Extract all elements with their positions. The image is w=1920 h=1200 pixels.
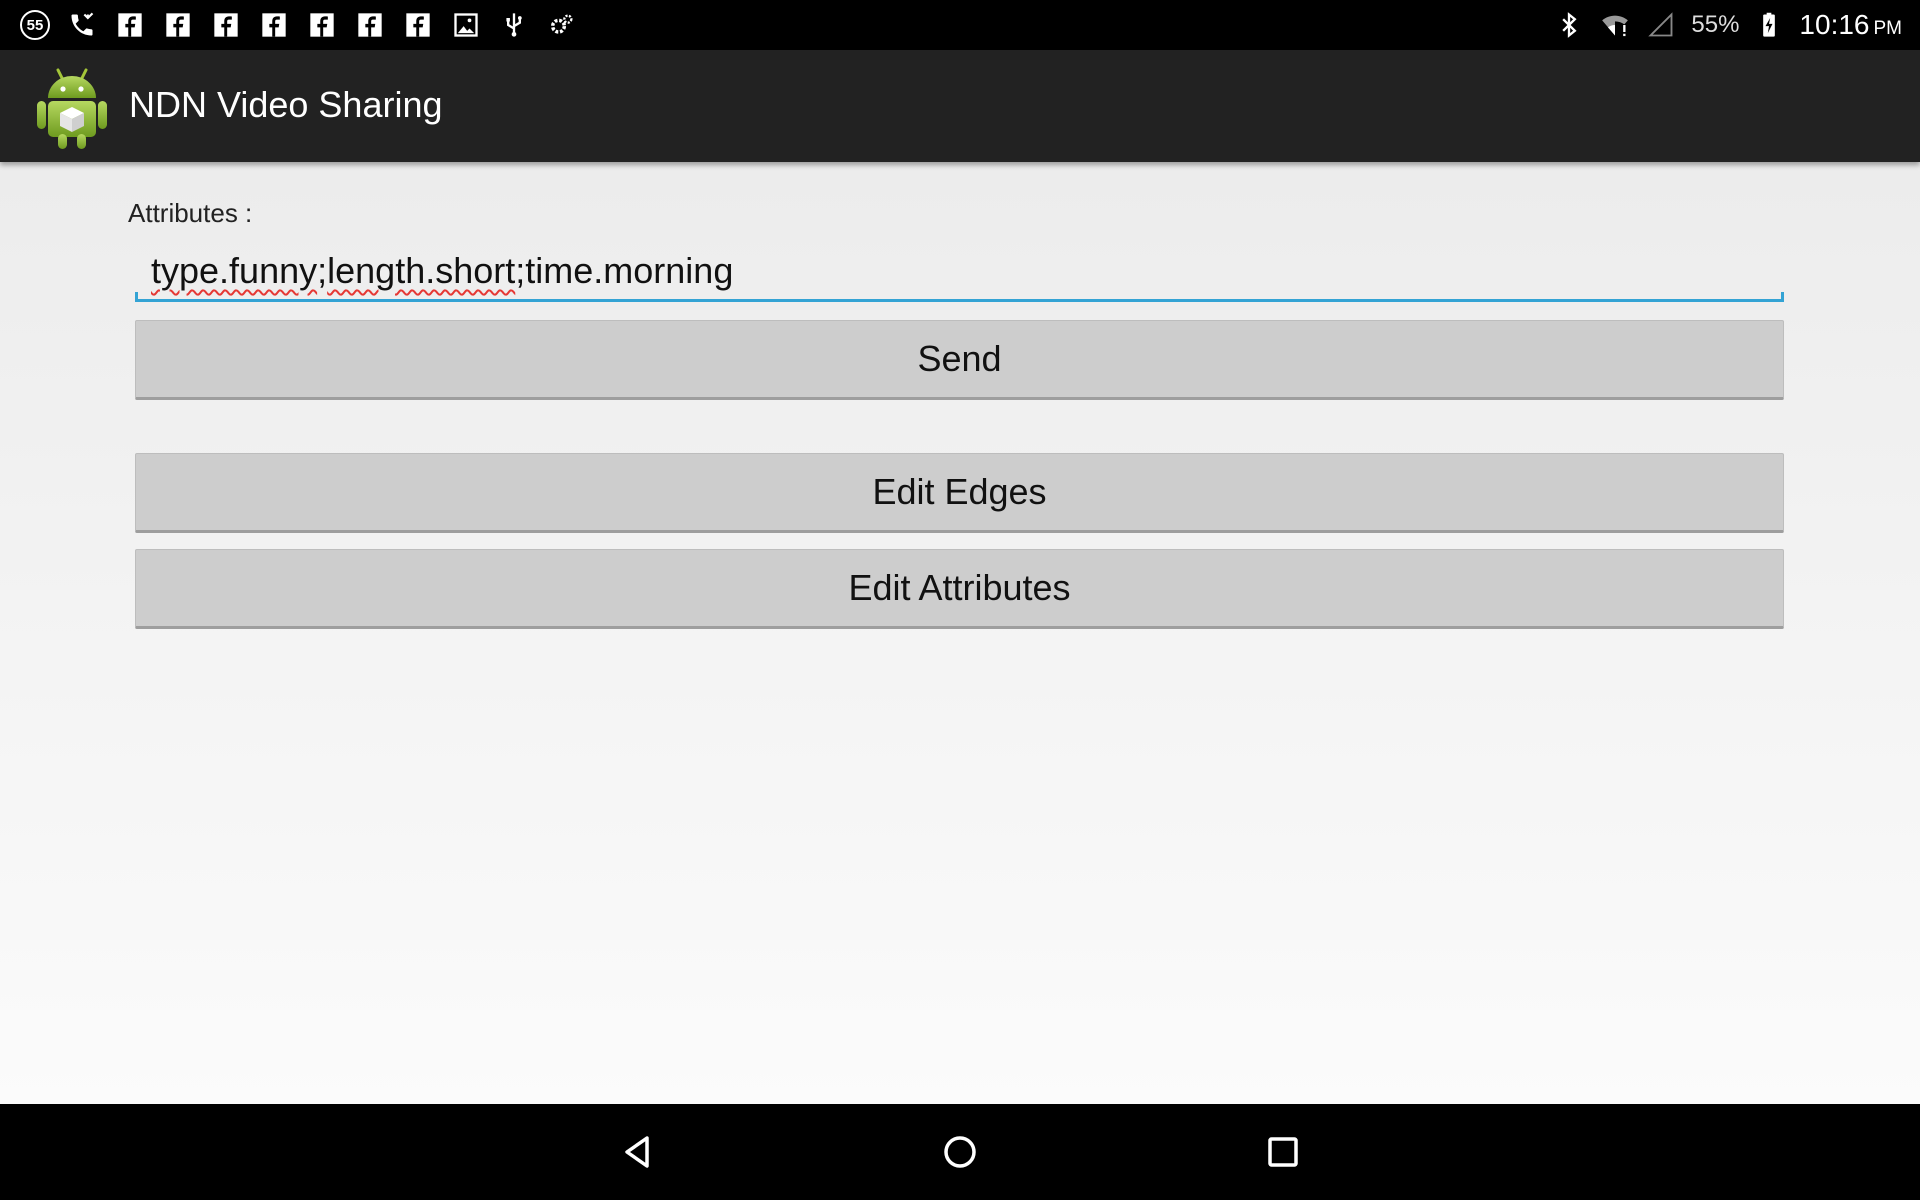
- edit-attributes-button[interactable]: Edit Attributes: [135, 549, 1784, 629]
- attributes-input-value: type.funny;length.short;time.morning: [151, 250, 733, 292]
- clock-time: 10:16: [1799, 9, 1870, 40]
- wifi-alert-icon: [1599, 9, 1631, 41]
- main-content: Attributes : type.funny;length.short;tim…: [0, 162, 1920, 1104]
- facebook-icon: [306, 9, 338, 41]
- bluetooth-icon: [1553, 9, 1585, 41]
- clock-ampm: PM: [1873, 18, 1903, 39]
- app-title: NDN Video Sharing: [129, 84, 443, 125]
- clock: 10:16 PM: [1799, 9, 1902, 41]
- notification-count-badge: 55: [20, 10, 50, 40]
- send-button[interactable]: Send: [135, 320, 1784, 400]
- facebook-icon: [210, 9, 242, 41]
- battery-percent: 55%: [1691, 11, 1740, 38]
- home-icon[interactable]: [930, 1122, 990, 1182]
- recent-apps-icon[interactable]: [1253, 1122, 1313, 1182]
- navigation-bar: [0, 1104, 1920, 1200]
- attributes-input[interactable]: type.funny;length.short;time.morning: [135, 244, 1784, 302]
- misspelled-word: type.funny: [151, 250, 318, 291]
- missed-call-icon: [66, 9, 98, 41]
- settings-icon: [546, 9, 578, 41]
- text-segment: ;: [317, 250, 328, 291]
- facebook-icon: [162, 9, 194, 41]
- android-app-icon[interactable]: [34, 64, 110, 150]
- status-bar: 55 55% 10:16 PM: [0, 0, 1920, 50]
- edit-edges-button[interactable]: Edit Edges: [135, 453, 1784, 533]
- usb-icon: [498, 9, 530, 41]
- facebook-icon: [402, 9, 434, 41]
- facebook-icon: [114, 9, 146, 41]
- facebook-icon: [258, 9, 290, 41]
- system-status: 55% 10:16 PM: [1553, 0, 1902, 50]
- no-signal-icon: [1645, 9, 1677, 41]
- text-segment: ;time.morning: [515, 250, 734, 291]
- battery-charging-icon: [1753, 9, 1785, 41]
- facebook-icon: [354, 9, 386, 41]
- misspelled-word: length.short: [327, 250, 516, 291]
- notification-icons: 55: [20, 0, 578, 50]
- attributes-label: Attributes :: [128, 198, 253, 228]
- action-bar: NDN Video Sharing: [0, 50, 1920, 162]
- gallery-icon: [450, 9, 482, 41]
- back-icon[interactable]: [607, 1122, 667, 1182]
